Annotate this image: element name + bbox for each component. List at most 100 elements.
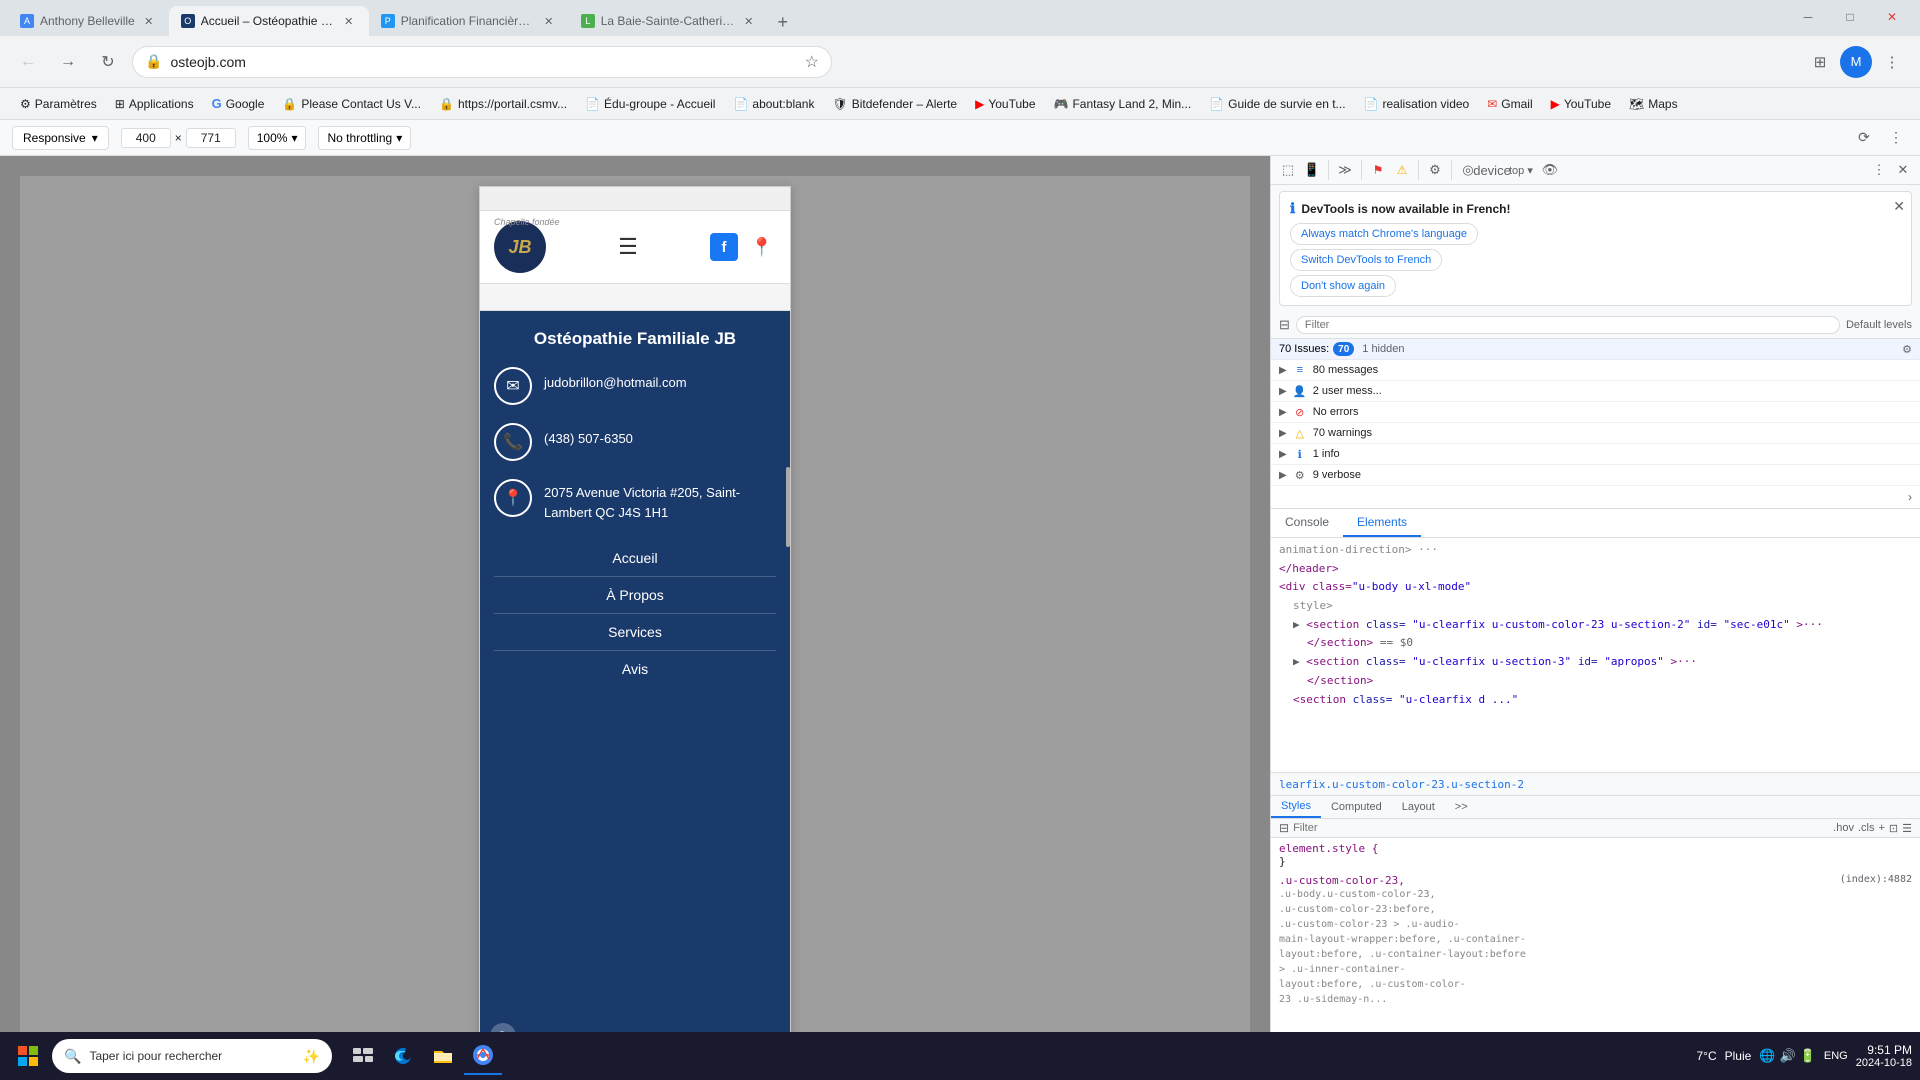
zoom-select[interactable]: 100% ▾ [248,126,307,150]
style-filter-bar: ⊟ .hov .cls + ⊡ ☰ [1271,819,1920,838]
bookmark-edu[interactable]: 📄 Édu-groupe - Accueil [577,93,723,115]
tab-close-2[interactable]: ✕ [341,13,357,29]
file-explorer-button[interactable] [424,1037,462,1075]
bookmark-please-contact[interactable]: 🔒 Please Contact Us V... [274,93,429,115]
bookmark-star-icon[interactable]: ☆ [805,52,819,72]
switch-french-button[interactable]: Switch DevTools to French [1290,249,1442,271]
more-menu-button[interactable]: ⋮ [1876,46,1908,78]
chrome-button[interactable] [464,1037,502,1075]
scrollbar[interactable] [786,467,790,547]
tab-elements[interactable]: Elements [1343,509,1421,537]
bookmark-maps[interactable]: 🗺 Maps [1621,93,1686,115]
message-row-errors[interactable]: ▶ ⊘ No errors [1271,402,1920,423]
devtools-close-button[interactable]: ✕ [1892,159,1914,181]
bookmark-guide[interactable]: 📄 Guide de survie en t... [1201,93,1353,115]
nav-link-avis[interactable]: Avis [494,651,776,687]
bookmark-parametres[interactable]: ⚙ Paramètres [12,93,105,115]
notification-title: ℹ DevTools is now available in French! [1290,200,1883,217]
message-row-user[interactable]: ▶ 👤 2 user mess... [1271,381,1920,402]
bookmark-youtube[interactable]: ▶ YouTube [967,93,1043,115]
top-anchor-button[interactable]: device [1481,159,1503,181]
tab-close-1[interactable]: ✕ [141,13,157,29]
start-button[interactable] [8,1036,48,1076]
more-tabs-button[interactable]: >> [1445,797,1478,817]
height-input[interactable]: 771 [186,128,236,148]
tab-close-4[interactable]: ✕ [741,13,757,29]
message-row-messages[interactable]: ▶ ≡ 80 messages [1271,360,1920,381]
settings-button[interactable]: ⚙ [1424,159,1446,181]
bookmark-gmail[interactable]: ✉ Gmail [1479,93,1540,115]
tab-3[interactable]: P Planification Financière Et De F... ✕ [369,6,569,36]
new-tab-button[interactable]: + [769,8,797,36]
error-count-icon[interactable]: ⚑ [1367,159,1389,181]
more-panels-button[interactable]: ≫ [1334,159,1356,181]
minimize-button[interactable]: ─ [1788,2,1828,32]
tab-computed[interactable]: Computed [1321,797,1392,817]
html-line-section2[interactable]: ▶ <section class= "u-clearfix u-section-… [1279,653,1912,672]
taskbar-search[interactable]: 🔍 Taper ici pour rechercher ✨ [52,1039,332,1073]
bookmark-applications[interactable]: ⊞ Applications [107,93,202,115]
issues-gear-icon[interactable]: ⚙ [1902,343,1912,356]
notification-close-button[interactable]: ✕ [1893,198,1905,215]
breadcrumb[interactable]: learfix.u-custom-color-23.u-section-2 [1279,778,1524,791]
top-label[interactable]: top ▾ [1505,164,1537,177]
maximize-button[interactable]: □ [1830,2,1870,32]
message-row-verbose[interactable]: ▶ ⚙ 9 verbose [1271,465,1920,486]
close-window-button[interactable]: ✕ [1872,2,1912,32]
message-row-info[interactable]: ▶ ℹ 1 info [1271,444,1920,465]
bookmark-portail[interactable]: 🔒 https://portail.csmv... [431,93,575,115]
box-model-icon[interactable]: ⊡ [1889,822,1898,835]
match-language-button[interactable]: Always match Chrome's language [1290,223,1478,245]
warning-count-icon[interactable]: ⚠ [1391,159,1413,181]
device-select[interactable]: Responsive ▾ [12,126,109,150]
edge-button[interactable] [384,1037,422,1075]
tab-2[interactable]: O Accueil – Ostéopathie Familiale ✕ [169,6,369,36]
tab-layout[interactable]: Layout [1392,797,1445,817]
message-row-warnings[interactable]: ▶ △ 70 warnings [1271,423,1920,444]
devtools-more-button[interactable]: ⋮ [1868,159,1890,181]
taskbar-clock[interactable]: 9:51 PM 2024-10-18 [1856,1043,1912,1069]
nav-link-accueil[interactable]: Accueil [494,540,776,577]
url-bar[interactable]: 🔒 osteojb.com ☆ [132,46,832,78]
tab-title-4: La Baie-Sainte-Catherine [601,14,735,28]
nav-link-apropos[interactable]: À Propos [494,577,776,614]
dont-show-button[interactable]: Don't show again [1290,275,1396,297]
tab-styles[interactable]: Styles [1271,796,1321,818]
bookmark-realisation[interactable]: 📄 realisation video [1356,93,1478,115]
bookmark-fantasy-land[interactable]: 🎮 Fantasy Land 2, Min... [1046,93,1200,115]
bookmark-about-blank[interactable]: 📄 about:blank [725,93,822,115]
location-pin-icon[interactable]: 📍 [748,233,776,261]
tab-console[interactable]: Console [1271,509,1343,537]
width-input[interactable]: 400 [121,128,171,148]
style-filter-input[interactable] [1293,822,1829,834]
tab-close-3[interactable]: ✕ [541,13,557,29]
plus-button[interactable]: + [1878,822,1884,834]
back-button[interactable]: ← [12,46,44,78]
bookmark-youtube2[interactable]: ▶ YouTube [1543,93,1619,115]
reload-button[interactable]: ↻ [92,46,124,78]
facebook-icon[interactable]: f [710,233,738,261]
cls-button[interactable]: .cls [1858,822,1875,834]
hamburger-menu-icon[interactable]: ☰ [618,234,638,260]
forward-button[interactable]: → [52,46,84,78]
throttle-select[interactable]: No throttling ▾ [318,126,411,150]
task-view-button[interactable] [344,1037,382,1075]
right-arrow-icon[interactable]: › [1908,490,1912,504]
tab-1[interactable]: A Anthony Belleville ✕ [8,6,169,36]
filter-input[interactable] [1296,316,1840,334]
extensions-button[interactable]: ⊞ [1804,46,1836,78]
hov-button[interactable]: .hov [1833,822,1854,834]
profile-button[interactable]: M [1840,46,1872,78]
bookmark-label: Édu-groupe - Accueil [604,97,715,111]
rotate-button[interactable]: ⟳ [1852,126,1876,150]
list-icon[interactable]: ☰ [1902,822,1912,835]
nav-link-services[interactable]: Services [494,614,776,651]
tab-4[interactable]: L La Baie-Sainte-Catherine ✕ [569,6,769,36]
html-line-section1[interactable]: ▶ <section class= "u-clearfix u-custom-c… [1279,616,1912,635]
device-toggle-button[interactable]: 📱 [1301,159,1323,181]
bookmark-bitdefender[interactable]: 🛡 Bitdefender – Alerte [824,93,965,115]
eye-icon[interactable]: 👁 [1539,159,1561,181]
bookmark-google[interactable]: G Google [204,92,273,115]
inspector-button[interactable]: ⬚ [1277,159,1299,181]
more-options-button[interactable]: ⋮ [1884,126,1908,150]
